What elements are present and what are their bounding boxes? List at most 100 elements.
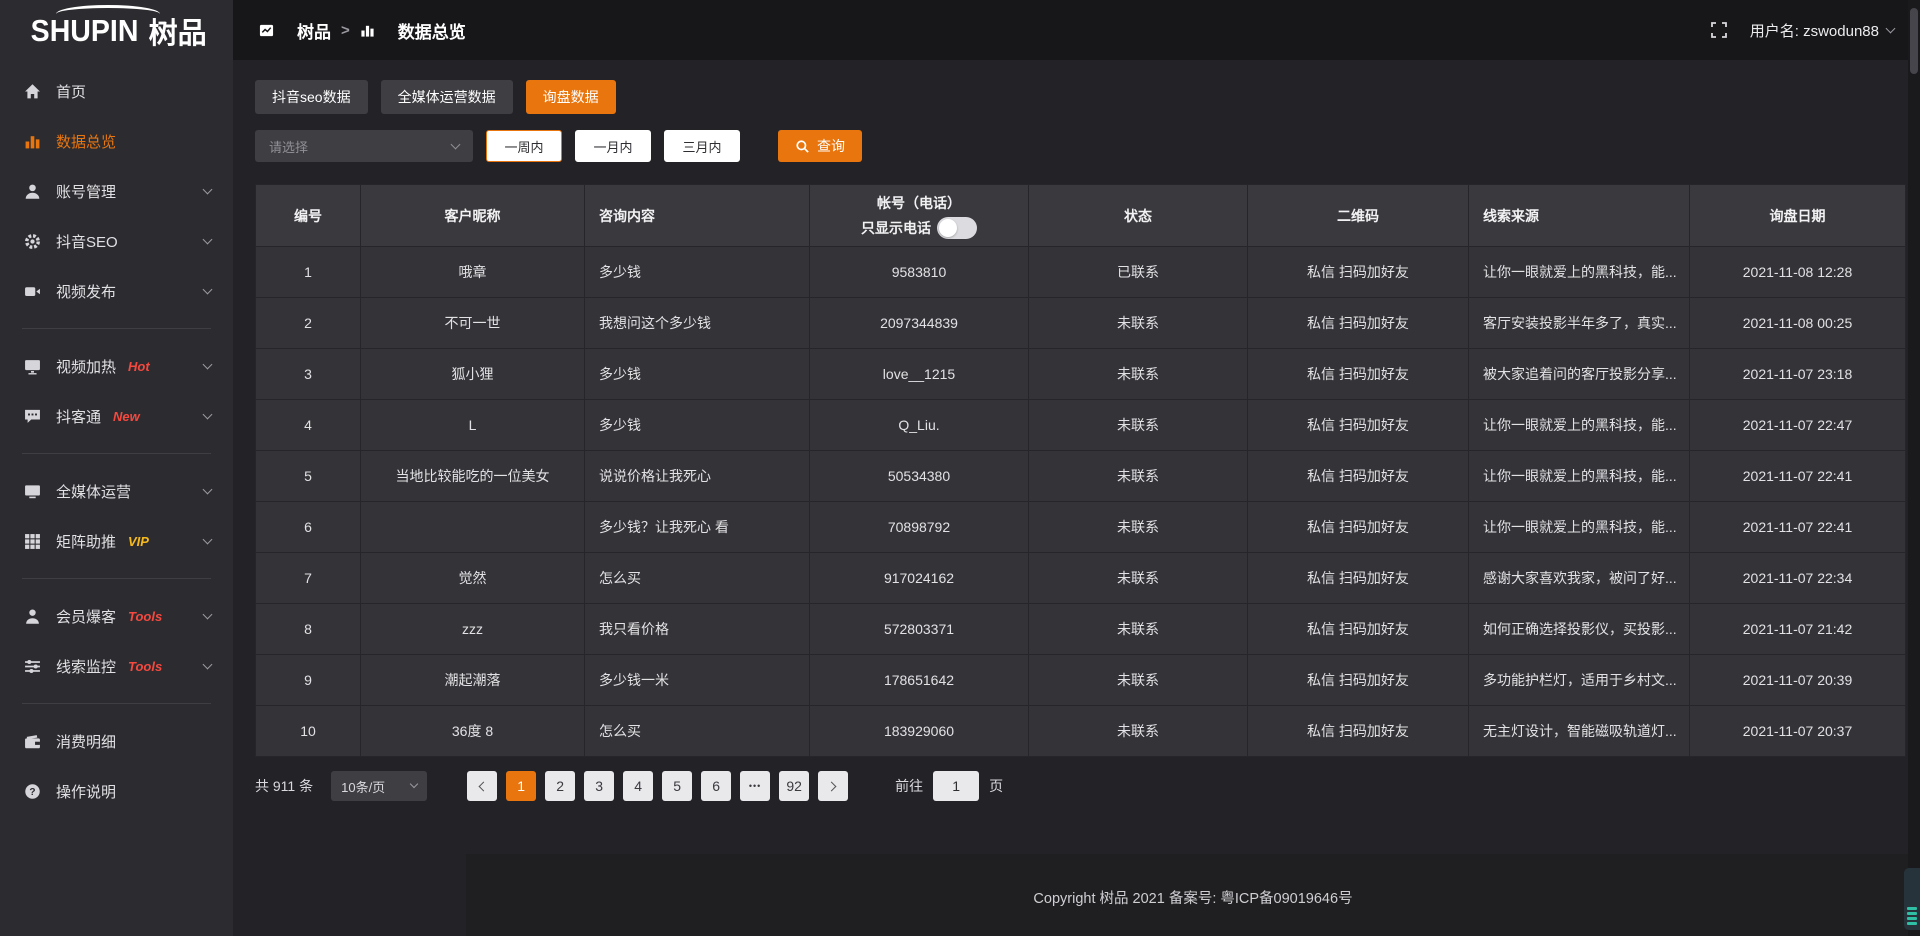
page-button-3[interactable]: 3 bbox=[584, 771, 614, 801]
cell-date: 2021-11-07 21:42 bbox=[1690, 604, 1906, 655]
logo[interactable]: SHUPIN 树品 bbox=[0, 0, 233, 62]
sidebar-item-douketong[interactable]: 抖客通 New bbox=[0, 391, 233, 441]
cell-content: 我只看价格 bbox=[585, 604, 810, 655]
phone-only-toggle[interactable] bbox=[937, 217, 977, 239]
lead-source-link[interactable]: 让你一眼就爱上的黑科技，能... bbox=[1469, 247, 1690, 298]
cell-account: 50534380 bbox=[810, 451, 1029, 502]
qr-links[interactable]: 私信 扫码加好友 bbox=[1248, 604, 1469, 655]
tab-douyin-seo-data[interactable]: 抖音seo数据 bbox=[255, 80, 368, 114]
lead-source-link[interactable]: 如何正确选择投影仪，买投影... bbox=[1469, 604, 1690, 655]
user-menu[interactable]: 用户名: zswodun88 bbox=[1750, 20, 1894, 41]
cell-nickname: L bbox=[361, 400, 585, 451]
query-button-label: 查询 bbox=[817, 136, 845, 156]
cell-account: 572803371 bbox=[810, 604, 1029, 655]
table-row: 5 当地比较能吃的一位美女 说说价格让我死心 50534380 未联系 私信 扫… bbox=[256, 451, 1906, 502]
sidebar-item-home[interactable]: 首页 bbox=[0, 66, 233, 116]
cell-account: love__1215 bbox=[810, 349, 1029, 400]
page-button-2[interactable]: 2 bbox=[545, 771, 575, 801]
next-page-button[interactable] bbox=[818, 771, 848, 801]
tab-omni-media-data[interactable]: 全媒体运营数据 bbox=[381, 80, 513, 114]
sidebar-item-omni-media[interactable]: 全媒体运营 bbox=[0, 466, 233, 516]
cell-number: 2 bbox=[256, 298, 361, 349]
breadcrumb-home-label: 树品 bbox=[297, 18, 331, 43]
sidebar-item-video-heat[interactable]: 视频加热 Hot bbox=[0, 341, 233, 391]
range-one-month-button[interactable]: 一月内 bbox=[575, 130, 651, 162]
cell-number: 7 bbox=[256, 553, 361, 604]
breadcrumb-current[interactable]: 数据总览 bbox=[360, 18, 466, 43]
scrollbar-thumb[interactable] bbox=[1910, 8, 1918, 74]
cell-nickname: zzz bbox=[361, 604, 585, 655]
fullscreen-icon[interactable] bbox=[1710, 21, 1728, 39]
chevron-down-icon bbox=[203, 484, 213, 494]
sidebar-item-label: 抖客通 bbox=[56, 406, 101, 427]
sidebar-item-matrix-boost[interactable]: 矩阵助推 VIP bbox=[0, 516, 233, 566]
table-row: 4 L 多少钱 Q_Liu. 未联系 私信 扫码加好友 让你一眼就爱上的黑科技，… bbox=[256, 400, 1906, 451]
scrollbar[interactable] bbox=[1908, 0, 1920, 936]
qr-links[interactable]: 私信 扫码加好友 bbox=[1248, 655, 1469, 706]
page-button-4[interactable]: 4 bbox=[623, 771, 653, 801]
page-ellipsis-button[interactable]: ••• bbox=[740, 771, 770, 801]
page-button-5[interactable]: 5 bbox=[662, 771, 692, 801]
lead-source-link[interactable]: 让你一眼就爱上的黑科技，能... bbox=[1469, 502, 1690, 553]
goto-page-input[interactable]: 1 bbox=[933, 771, 979, 801]
cell-number: 1 bbox=[256, 247, 361, 298]
cell-account: 70898792 bbox=[810, 502, 1029, 553]
lead-source-link[interactable]: 让你一眼就爱上的黑科技，能... bbox=[1469, 451, 1690, 502]
sidebar-item-lead-monitor[interactable]: 线索监控 Tools bbox=[0, 641, 233, 691]
chevron-down-icon bbox=[203, 234, 213, 244]
breadcrumb-home[interactable]: 树品 bbox=[259, 18, 331, 43]
chevron-down-icon bbox=[203, 609, 213, 619]
cell-number: 5 bbox=[256, 451, 361, 502]
sidebar-item-label: 抖音SEO bbox=[56, 231, 118, 252]
status-badge: 未联系 bbox=[1029, 502, 1248, 553]
qr-links[interactable]: 私信 扫码加好友 bbox=[1248, 247, 1469, 298]
footer: Copyright 树品 2021 备案号: 粤ICP备09019646号 bbox=[466, 854, 1920, 936]
chevron-left-icon bbox=[479, 781, 489, 791]
table-row: 8 zzz 我只看价格 572803371 未联系 私信 扫码加好友 如何正确选… bbox=[256, 604, 1906, 655]
user-label: 用户名: zswodun88 bbox=[1750, 20, 1879, 41]
sidebar-item-instructions[interactable]: ? 操作说明 bbox=[0, 766, 233, 816]
chevron-down-icon bbox=[203, 184, 213, 194]
page-button-1[interactable]: 1 bbox=[506, 771, 536, 801]
lead-source-link[interactable]: 无主灯设计，智能磁吸轨道灯... bbox=[1469, 706, 1690, 757]
sidebar-item-label: 消费明细 bbox=[56, 731, 116, 752]
qr-links[interactable]: 私信 扫码加好友 bbox=[1248, 553, 1469, 604]
hot-badge: Hot bbox=[128, 359, 150, 374]
qr-links[interactable]: 私信 扫码加好友 bbox=[1248, 349, 1469, 400]
sidebar-menu: 首页 数据总览 账号管理 抖音SEO 视频发布 视频加热 Hot bbox=[0, 62, 233, 816]
cell-content: 怎么买 bbox=[585, 706, 810, 757]
col-status: 状态 bbox=[1029, 185, 1248, 247]
sidebar-item-member-burst[interactable]: 会员爆客 Tools bbox=[0, 591, 233, 641]
cell-number: 10 bbox=[256, 706, 361, 757]
lead-source-link[interactable]: 客厅安装投影半年多了，真实... bbox=[1469, 298, 1690, 349]
browser-extension-widget[interactable] bbox=[1904, 868, 1920, 930]
qr-links[interactable]: 私信 扫码加好友 bbox=[1248, 706, 1469, 757]
tab-inquiry-data[interactable]: 询盘数据 bbox=[526, 80, 616, 114]
range-three-month-button[interactable]: 三月内 bbox=[664, 130, 740, 162]
chevron-down-icon bbox=[203, 534, 213, 544]
query-button[interactable]: 查询 bbox=[778, 130, 862, 162]
lead-source-link[interactable]: 被大家追着问的客厅投影分享... bbox=[1469, 349, 1690, 400]
sidebar-item-video-publish[interactable]: 视频发布 bbox=[0, 266, 233, 316]
qr-links[interactable]: 私信 扫码加好友 bbox=[1248, 451, 1469, 502]
filter-select[interactable]: 请选择 bbox=[255, 130, 473, 162]
page-size-select[interactable]: 10条/页 bbox=[331, 771, 427, 801]
prev-page-button[interactable] bbox=[467, 771, 497, 801]
table-row: 9 潮起潮落 多少钱一米 178651642 未联系 私信 扫码加好友 多功能护… bbox=[256, 655, 1906, 706]
lead-source-link[interactable]: 多功能护栏灯，适用于乡村文... bbox=[1469, 655, 1690, 706]
cell-date: 2021-11-07 22:34 bbox=[1690, 553, 1906, 604]
sidebar-item-account-mgmt[interactable]: 账号管理 bbox=[0, 166, 233, 216]
status-badge: 未联系 bbox=[1029, 400, 1248, 451]
sidebar-item-data-overview[interactable]: 数据总览 bbox=[0, 116, 233, 166]
lead-source-link[interactable]: 感谢大家喜欢我家，被问了好... bbox=[1469, 553, 1690, 604]
page-button-6[interactable]: 6 bbox=[701, 771, 731, 801]
qr-links[interactable]: 私信 扫码加好友 bbox=[1248, 298, 1469, 349]
qr-links[interactable]: 私信 扫码加好友 bbox=[1248, 400, 1469, 451]
data-tabs: 抖音seo数据 全媒体运营数据 询盘数据 bbox=[255, 80, 1905, 114]
qr-links[interactable]: 私信 扫码加好友 bbox=[1248, 502, 1469, 553]
sidebar-item-spend-detail[interactable]: 消费明细 bbox=[0, 716, 233, 766]
range-one-week-button[interactable]: 一周内 bbox=[486, 130, 562, 162]
lead-source-link[interactable]: 让你一眼就爱上的黑科技，能... bbox=[1469, 400, 1690, 451]
sidebar-item-douyin-seo[interactable]: 抖音SEO bbox=[0, 216, 233, 266]
page-button-92[interactable]: 92 bbox=[779, 771, 809, 801]
